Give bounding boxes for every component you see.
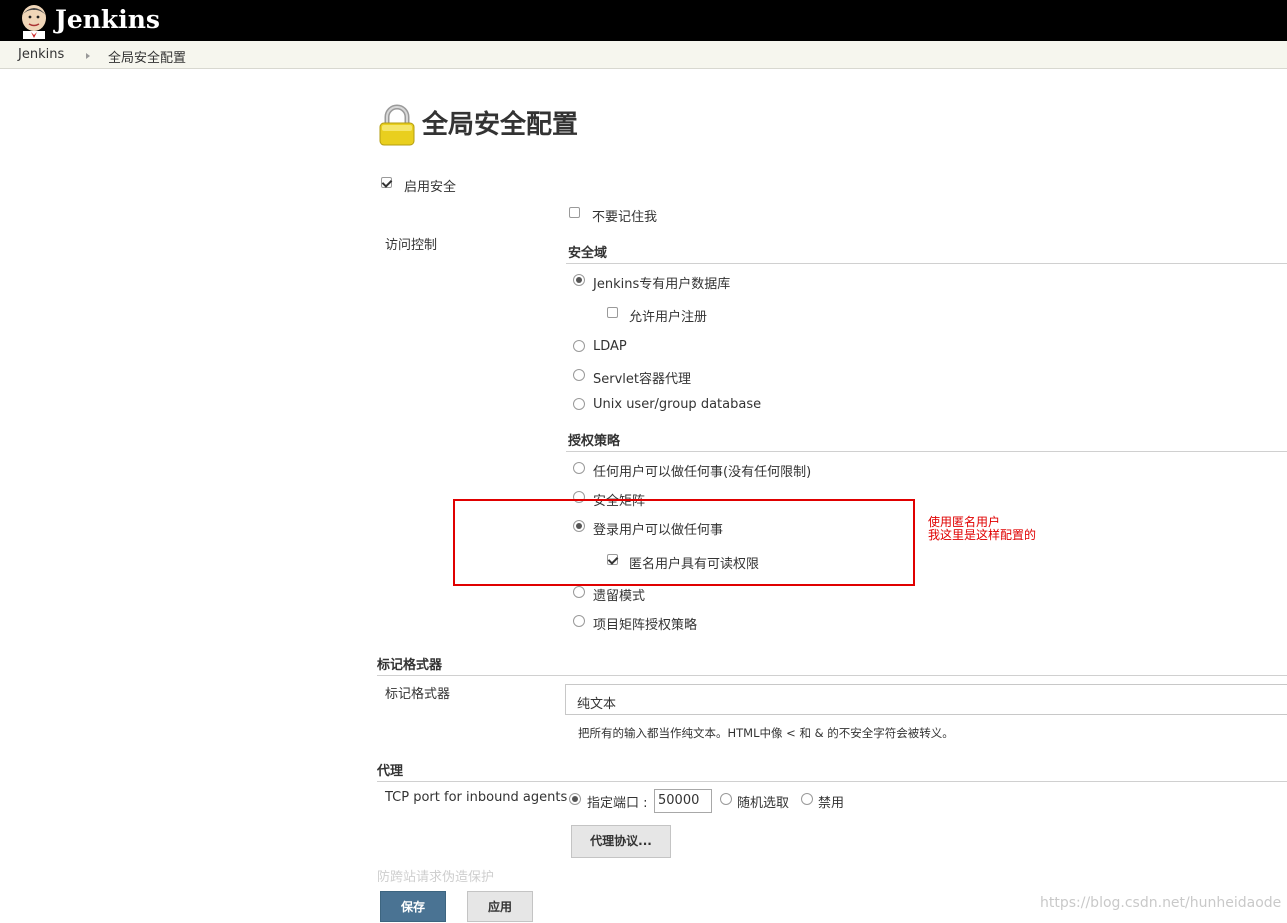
markup-field-label: 标记格式器 xyxy=(385,687,451,702)
divider xyxy=(377,781,1287,782)
allow-signup-label: 允许用户注册 xyxy=(629,310,708,325)
port-radio-disable[interactable] xyxy=(801,793,813,805)
realm-radio-unix[interactable] xyxy=(573,398,585,410)
enable-security-checkbox[interactable] xyxy=(381,177,392,188)
realm-label-ldap: LDAP xyxy=(593,339,627,354)
realm-label-unix: Unix user/group database xyxy=(593,397,762,412)
markup-section-title: 标记格式器 xyxy=(377,658,443,673)
authorization-section-title: 授权策略 xyxy=(568,434,621,449)
port-disable-label: 禁用 xyxy=(818,796,845,811)
dont-remember-me-label: 不要记住我 xyxy=(592,210,658,225)
markup-formatter-select[interactable]: 纯文本 xyxy=(565,684,1287,715)
realm-radio-jenkins-db[interactable] xyxy=(573,274,585,286)
page-title: 全局安全配置 xyxy=(422,110,579,140)
auth-radio-project-matrix[interactable] xyxy=(573,615,585,627)
annotation-line-2: 我这里是这样配置的 xyxy=(928,528,1037,542)
divider xyxy=(566,451,1287,452)
annotation-note: 使用匿名用户 我这里是这样配置的 xyxy=(928,516,1036,542)
annotation-highlight-box xyxy=(453,499,915,586)
auth-radio-legacy[interactable] xyxy=(573,586,585,598)
markup-help-text: 把所有的输入都当作纯文本。HTML中像 < 和 & 的不安全字符会被转义。 xyxy=(578,726,954,740)
auth-label-project-matrix: 项目矩阵授权策略 xyxy=(593,618,698,633)
dont-remember-me-checkbox[interactable] xyxy=(569,207,580,218)
breadcrumb-item-jenkins[interactable]: Jenkins xyxy=(18,47,64,62)
chevron-right-icon xyxy=(86,53,90,59)
realm-radio-ldap[interactable] xyxy=(573,340,585,352)
app-name[interactable]: Jenkins xyxy=(55,3,160,37)
apply-button[interactable]: 应用 xyxy=(467,891,533,922)
watermark: https://blog.csdn.net/hunheidaode xyxy=(1040,895,1282,911)
port-fixed-label: 指定端口 : xyxy=(587,796,648,811)
port-radio-random[interactable] xyxy=(720,793,732,805)
agent-protocols-button[interactable]: 代理协议... xyxy=(571,825,671,858)
breadcrumb: Jenkins 全局安全配置 xyxy=(0,41,1287,69)
jenkins-butler-icon[interactable] xyxy=(17,3,51,39)
realm-radio-servlet[interactable] xyxy=(573,369,585,381)
port-radio-fixed[interactable] xyxy=(569,793,581,805)
port-input[interactable]: 50000 xyxy=(654,789,712,813)
markup-formatter-value: 纯文本 xyxy=(577,697,617,712)
agents-section-title: 代理 xyxy=(377,764,404,779)
auth-radio-anyone[interactable] xyxy=(573,462,585,474)
breadcrumb-item-security[interactable]: 全局安全配置 xyxy=(108,47,186,66)
auth-label-anyone: 任何用户可以做任何事(没有任何限制) xyxy=(593,465,812,480)
realm-label-servlet: Servlet容器代理 xyxy=(593,372,691,387)
csrf-section-title-partial: 防跨站请求伪造保护 xyxy=(377,870,495,885)
realm-label-jenkins-db: Jenkins专有用户数据库 xyxy=(593,277,731,292)
auth-label-legacy: 遗留模式 xyxy=(593,589,646,604)
access-control-label: 访问控制 xyxy=(385,238,438,253)
allow-signup-checkbox[interactable] xyxy=(607,307,618,318)
divider xyxy=(377,675,1287,676)
realm-section-title: 安全域 xyxy=(568,246,608,261)
tcp-port-label: TCP port for inbound agents xyxy=(385,790,568,805)
enable-security-label: 启用安全 xyxy=(404,180,457,195)
port-random-label: 随机选取 xyxy=(737,796,790,811)
save-button[interactable]: 保存 xyxy=(380,891,446,922)
top-header: Jenkins xyxy=(0,0,1287,41)
lock-icon xyxy=(379,104,415,146)
divider xyxy=(566,263,1287,264)
